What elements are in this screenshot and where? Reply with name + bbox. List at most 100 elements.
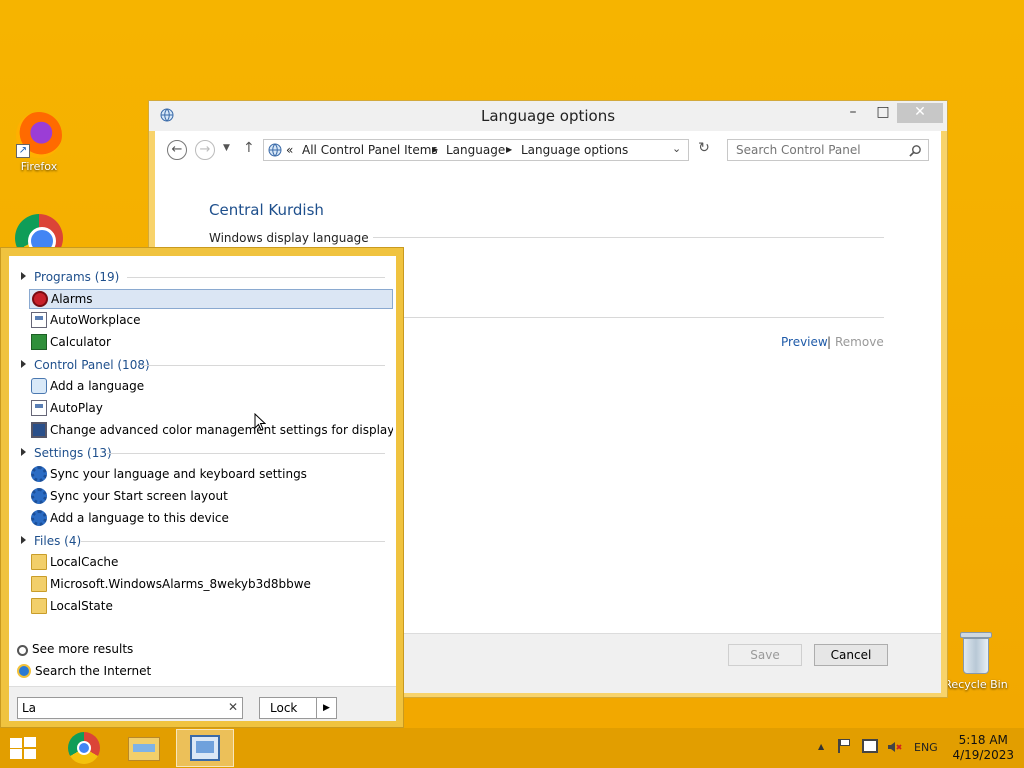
start-search-pane: Programs (19) Alarms AutoWorkplace Calcu… [0,247,404,728]
breadcrumb-overflow[interactable]: « [286,143,293,157]
input-language-indicator[interactable]: ENG [914,741,938,754]
desktop-icon-label: Firefox [20,160,58,173]
result-add-a-language[interactable]: Add a language [29,377,393,397]
breadcrumb-language-options[interactable]: Language options [521,143,628,157]
result-localstate[interactable]: LocalState [29,597,393,617]
result-label: LocalState [50,599,113,613]
result-label: Microsoft.WindowsAlarms_8wekyb3d8bbwe [50,577,311,591]
chrome-icon [68,732,100,764]
action-center-flag-icon[interactable] [838,739,852,753]
result-alarms[interactable]: Alarms [29,289,393,309]
maximize-button[interactable]: □ [869,103,897,123]
desktop-icon-recycle-bin[interactable]: Recycle Bin [940,632,1012,691]
group-header-programs[interactable]: Programs (19) [21,270,119,284]
result-localcache[interactable]: LocalCache [29,553,393,573]
group-header-files[interactable]: Files (4) [21,534,81,548]
lock-button[interactable]: Lock ▶ [259,697,337,719]
clock-time: 5:18 AM [958,733,1008,747]
recycle-bin-icon [958,632,994,676]
clear-search-icon[interactable]: ✕ [228,700,238,714]
window-title: Language options [480,107,616,125]
folder-icon [31,598,47,614]
address-dropdown-chevron-icon[interactable]: ⌄ [672,142,681,155]
result-label: Sync your language and keyboard settings [50,467,307,481]
breadcrumb-language[interactable]: Language [446,143,505,157]
monitor-icon [31,422,47,438]
result-label: Add a language to this device [50,511,229,525]
refresh-button[interactable]: ↻ [693,140,715,162]
taskbar-file-explorer[interactable] [116,729,174,767]
shortcut-arrow-icon: ↗ [16,144,30,158]
result-windowsalarms-folder[interactable]: Microsoft.WindowsAlarms_8wekyb3d8bbwe [29,575,393,595]
language-heading: Central Kurdish [209,201,324,219]
group-header-control-panel[interactable]: Control Panel (108) [21,358,150,372]
application-window-icon [31,312,47,328]
result-sync-start-screen[interactable]: Sync your Start screen layout [29,487,393,507]
titlebar[interactable]: Language options – □ ✕ [149,101,947,131]
power-options-arrow-icon[interactable]: ▶ [316,698,336,718]
see-more-results-link[interactable]: See more results [17,642,133,656]
breadcrumb-all-control-panel-items[interactable]: All Control Panel Items [302,143,438,157]
clock[interactable]: 5:18 AM 4/19/2023 [952,733,1014,763]
system-tray: ▲ ENG 5:18 AM 4/19/2023 [812,728,1024,768]
cancel-button[interactable]: Cancel [814,644,888,666]
close-button[interactable]: ✕ [897,103,943,123]
control-panel-icon [268,143,282,157]
autoplay-icon [31,400,47,416]
result-autoplay[interactable]: AutoPlay [29,399,393,419]
group-divider [107,453,385,454]
taskbar: ▲ ENG 5:18 AM 4/19/2023 [0,728,1024,768]
display-language-section-label: Windows display language [209,231,373,245]
volume-muted-icon[interactable] [886,739,902,755]
search-results-panel: Programs (19) Alarms AutoWorkplace Calcu… [9,256,396,721]
result-label: Change advanced color management setting… [50,423,393,437]
group-divider [81,541,385,542]
breadcrumb-separator-icon: ▶ [432,145,439,154]
result-label: LocalCache [50,555,119,569]
result-color-management[interactable]: Change advanced color management setting… [29,421,393,441]
result-calculator[interactable]: Calculator [29,333,393,353]
mouse-cursor-icon [254,413,266,431]
folder-icon [31,554,47,570]
show-hidden-icons-button[interactable]: ▲ [818,742,824,751]
firefox-icon: ↗ [16,112,62,158]
save-button[interactable]: Save [728,644,802,666]
folder-icon [128,737,160,761]
search-the-internet-link[interactable]: Search the Internet [17,664,151,678]
recent-locations-chevron-icon[interactable]: ▼ [223,143,230,153]
minimize-button[interactable]: – [839,103,867,123]
network-icon[interactable] [862,739,878,753]
search-control-panel-input[interactable] [728,140,898,160]
control-panel-icon [190,735,220,761]
result-label: Alarms [51,292,93,306]
start-button[interactable] [8,736,38,760]
search-control-panel-box[interactable] [727,139,929,161]
up-button[interactable]: ↑ [243,140,255,156]
taskbar-chrome[interactable] [56,729,114,767]
forward-button[interactable]: → [195,140,215,160]
result-label: AutoWorkplace [50,313,141,327]
search-query-bar: ✕ Lock ▶ [9,686,396,721]
remove-link[interactable]: Remove [835,335,884,349]
address-bar[interactable]: « All Control Panel Items ▶ Language ▶ L… [263,139,689,161]
link-separator: | [827,335,832,349]
group-divider [127,277,385,278]
result-label: Calculator [50,335,111,349]
result-autoworkplace[interactable]: AutoWorkplace [29,311,393,331]
back-button[interactable]: ← [167,140,187,160]
search-icon [909,145,921,157]
desktop-icon-label: Recycle Bin [944,678,1008,691]
group-header-settings[interactable]: Settings (13) [21,446,112,460]
desktop-icon-firefox[interactable]: ↗ Firefox [3,112,75,173]
lock-button-label: Lock [270,701,298,715]
taskbar-control-panel[interactable] [176,729,234,767]
alarm-clock-icon [32,291,48,307]
result-add-language-device[interactable]: Add a language to this device [29,509,393,529]
result-sync-language-keyboard[interactable]: Sync your language and keyboard settings [29,465,393,485]
clock-date: 4/19/2023 [952,748,1014,762]
search-query-input[interactable] [18,698,218,718]
search-query-box[interactable]: ✕ [17,697,243,719]
result-label: Sync your Start screen layout [50,489,228,503]
preview-link[interactable]: Preview [781,335,828,349]
result-label: AutoPlay [50,401,103,415]
